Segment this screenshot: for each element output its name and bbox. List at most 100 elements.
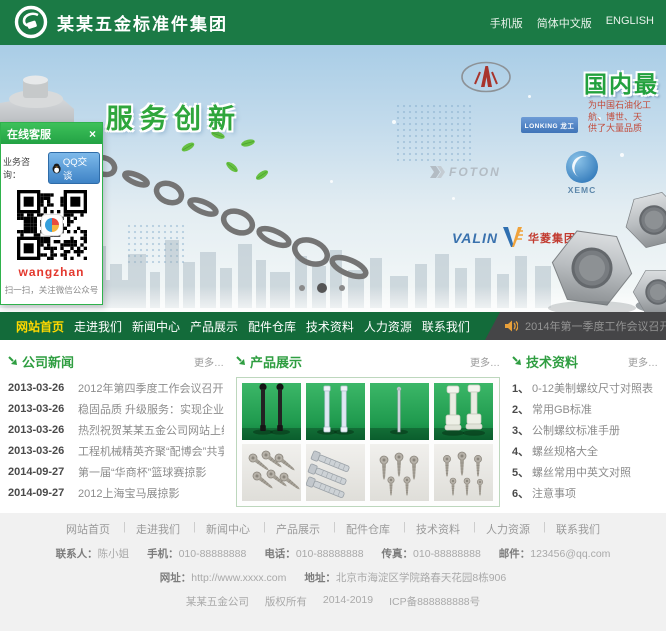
tech-item-number: 4、	[512, 443, 532, 459]
header-link[interactable]: 简体中文版	[537, 15, 592, 31]
footer-contact-pair: 联系人：陈小姐	[56, 546, 130, 561]
nav-item[interactable]: 新闻中心	[132, 318, 180, 335]
footer-nav-link[interactable]: 走进我们	[123, 521, 193, 537]
logo-block[interactable]: 某某五金标准件集团	[14, 5, 228, 39]
news-date: 2014-09-27	[8, 487, 78, 499]
footer-contact-pair: 网址：http://www.xxxx.com	[160, 570, 287, 585]
product-thumb-small-screws-b[interactable]	[434, 444, 493, 501]
tech-item[interactable]: 5、 螺丝常用中英文对照	[512, 461, 658, 482]
copyright-text: ICP备888888888号	[389, 594, 480, 609]
pager-dot[interactable]	[299, 285, 305, 291]
product-thumb-white-bolts[interactable]	[434, 383, 493, 440]
tech-item[interactable]: 3、 公制螺纹标准手册	[512, 419, 658, 440]
brand-logo-foton: FOTON	[430, 165, 501, 179]
tech-item[interactable]: 6、 注意事项	[512, 482, 658, 503]
news-date: 2014-09-27	[8, 466, 78, 478]
banner-headline: 国内最	[584, 65, 666, 99]
news-item[interactable]: 2013-03-26 稳固品质 升级服务：实现企业由大到强	[8, 398, 224, 419]
section-arrow-icon	[8, 356, 18, 366]
news-item[interactable]: 2014-09-27 2012上海宝马展掠影	[8, 482, 224, 503]
news-title-text: 第一届“华商杯”篮球赛掠影	[78, 464, 206, 480]
news-item[interactable]: 2014-09-27 第一届“华商杯”篮球赛掠影	[8, 461, 224, 482]
products-section: 产品展示 更多…	[236, 352, 500, 507]
qq-chat-button[interactable]: QQ交谈	[48, 152, 100, 184]
tech-item-text: 螺丝常用中英文对照	[532, 464, 631, 480]
news-date: 2013-03-26	[8, 445, 78, 457]
footer-contact-row-1: 联系人：陈小姐手机：010-88888888电话：010-88888888传真：…	[0, 546, 666, 561]
footer-nav-link[interactable]: 联系我们	[543, 521, 613, 537]
footer-nav-link[interactable]: 新闻中心	[193, 521, 263, 537]
footer-copyright: 某某五金公司版权所有2014-2019ICP备888888888号	[0, 594, 666, 609]
pager-dot[interactable]	[339, 285, 345, 291]
wechat-account-name: wangzhan	[1, 265, 102, 279]
close-icon[interactable]: ×	[89, 128, 96, 140]
footer-nav-link[interactable]: 人力资源	[473, 521, 543, 537]
tech-item-text: 螺丝规格大全	[532, 443, 598, 459]
products-more-link[interactable]: 更多…	[470, 354, 500, 369]
header-link[interactable]: 手机版	[490, 15, 523, 31]
footer-nav: 网站首页走进我们新闻中心产品展示配件仓库技术资料人力资源联系我们	[0, 521, 666, 537]
site-title: 某某五金标准件集团	[57, 10, 228, 35]
product-thumb-screws-group[interactable]	[242, 444, 301, 501]
nav-menu: 网站首页走进我们新闻中心产品展示配件仓库技术资料人力资源联系我们	[0, 312, 500, 340]
banner-pagination	[299, 283, 345, 293]
nav-item[interactable]: 联系我们	[422, 318, 470, 335]
footer-nav-link[interactable]: 网站首页	[53, 521, 123, 537]
product-thumb-white-rods[interactable]	[306, 383, 365, 440]
page: 某某五金标准件集团 手机版简体中文版 ENGLISH	[0, 0, 666, 631]
tech-item-text: 注意事项	[532, 485, 576, 501]
nav-item[interactable]: 技术资料	[306, 318, 354, 335]
news-item[interactable]: 2013-03-26 工程机械精英齐聚“配博会”共享盛宴	[8, 440, 224, 461]
qq-penguin-icon	[52, 163, 61, 174]
tech-item-text: 公制螺纹标准手册	[532, 422, 620, 438]
tech-item-text: 常用GB标准	[532, 401, 592, 417]
tech-more-link[interactable]: 更多…	[628, 354, 658, 369]
foton-chevrons-icon	[430, 166, 446, 178]
news-item[interactable]: 2013-03-26 热烈祝贺某某五金公司网站上线!	[8, 419, 224, 440]
pager-dot-active[interactable]	[317, 283, 327, 293]
nav-item[interactable]: 配件仓库	[248, 318, 296, 335]
footer-nav-link[interactable]: 配件仓库	[333, 521, 403, 537]
product-grid	[236, 377, 500, 507]
copyright-text: 某某五金公司	[186, 594, 249, 609]
news-date: 2013-03-26	[8, 382, 78, 394]
nav-item[interactable]: 人力资源	[364, 318, 412, 335]
announcement-text[interactable]: 2014年第一季度工作会议召开	[525, 318, 666, 334]
nav-item[interactable]: 产品展示	[190, 318, 238, 335]
qr-center-logo-icon	[42, 215, 62, 235]
products-section-title: 产品展示	[250, 352, 302, 371]
tech-item[interactable]: 4、 螺丝规格大全	[512, 440, 658, 461]
tech-item[interactable]: 1、 0-12美制螺纹尺寸对照表	[512, 377, 658, 398]
footer-nav-link[interactable]: 技术资料	[403, 521, 473, 537]
nav-item[interactable]: 网站首页	[16, 318, 64, 335]
footer-contact-row-2: 网址：http://www.xxxx.com地址：北京市海淀区学院路春天花园8栋…	[0, 570, 666, 585]
tech-docs-section: 技术资料 更多… 1、 0-12美制螺纹尺寸对照表 2、 常用GB标准 3、 公…	[512, 352, 658, 503]
product-thumb-small-screws-a[interactable]	[370, 444, 429, 501]
product-thumb-dark-bolts[interactable]	[242, 383, 301, 440]
footer-nav-link[interactable]: 产品展示	[263, 521, 333, 537]
news-item[interactable]: 2013-03-26 2012年第四季度工作会议召开	[8, 377, 224, 398]
header-link[interactable]: ENGLISH	[606, 15, 654, 31]
tech-item-text: 0-12美制螺纹尺寸对照表	[532, 380, 653, 396]
news-title-text: 稳固品质 升级服务：实现企业由大到强	[78, 401, 224, 417]
tech-section-header: 技术资料 更多…	[512, 352, 658, 370]
section-arrow-icon	[236, 356, 246, 366]
hex-nuts-image	[496, 180, 666, 312]
footer-contact-pair: 手机：010-88888888	[147, 546, 246, 561]
header: 某某五金标准件集团 手机版简体中文版 ENGLISH	[0, 0, 666, 45]
product-thumb-large-bolts[interactable]	[306, 444, 365, 501]
qr-code	[17, 190, 87, 260]
tech-item-number: 1、	[512, 380, 532, 396]
tech-item[interactable]: 2、 常用GB标准	[512, 398, 658, 419]
nav-item[interactable]: 走进我们	[74, 318, 122, 335]
tech-item-number: 3、	[512, 422, 532, 438]
news-title-text: 2012上海宝马展掠影	[78, 485, 179, 501]
company-logo-icon	[14, 5, 48, 39]
banner-intro-line: 航、博世、天	[588, 112, 666, 124]
news-title-text: 工程机械精英齐聚“配博会”共享盛宴	[78, 443, 224, 459]
news-more-link[interactable]: 更多…	[194, 354, 224, 369]
news-date: 2013-03-26	[8, 403, 78, 415]
banner-intro-line: 供了大量品质	[588, 123, 666, 135]
product-thumb-single-rod[interactable]	[370, 383, 429, 440]
news-list: 2013-03-26 2012年第四季度工作会议召开 2013-03-26 稳固…	[8, 377, 224, 503]
